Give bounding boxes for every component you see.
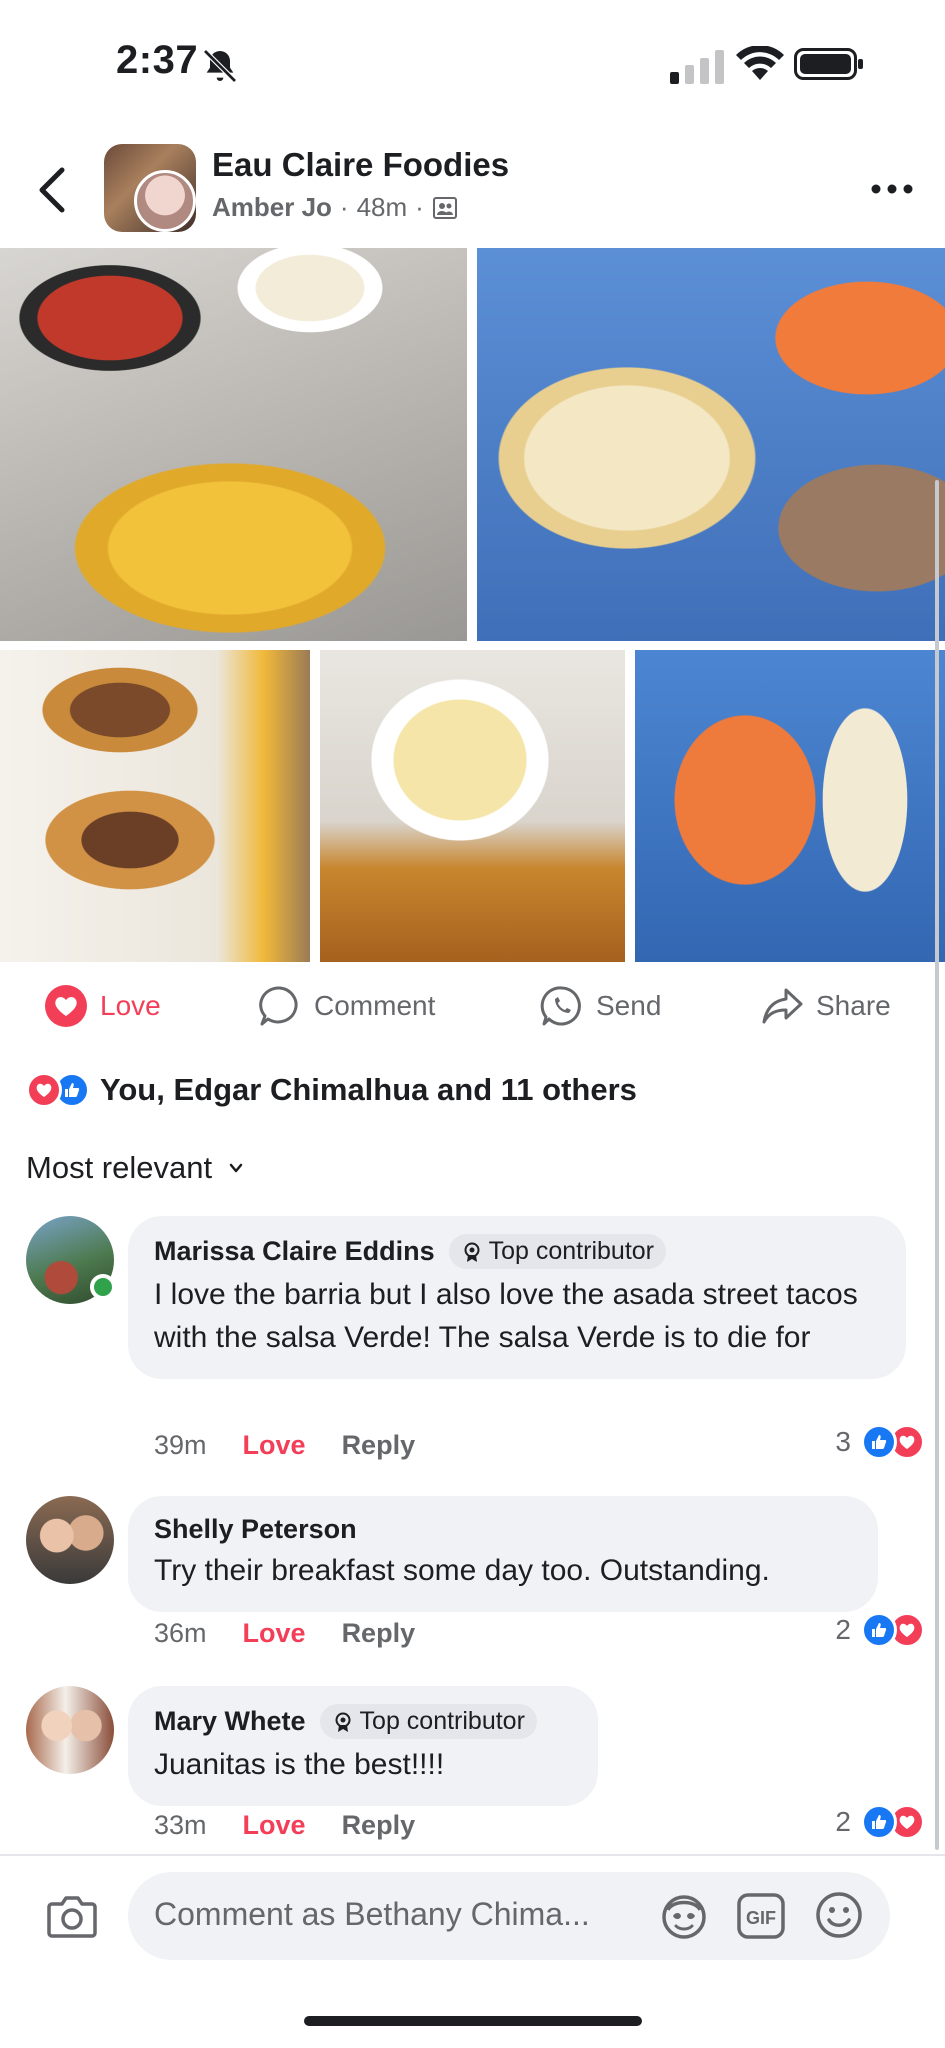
- online-status-dot: [90, 1274, 116, 1300]
- bell-off-icon: [203, 49, 237, 83]
- whatsapp-icon: [540, 986, 581, 1026]
- scrollbar[interactable]: [935, 480, 939, 1850]
- group-audience-icon: [432, 196, 457, 219]
- comment-icon: [259, 986, 298, 1026]
- comment-bubble[interactable]: Shelly Peterson Try their breakfast some…: [128, 1496, 878, 1612]
- commenter-name[interactable]: Marissa Claire Eddins: [154, 1236, 435, 1267]
- badge-label: Top contributor: [488, 1237, 654, 1265]
- top-contributor-badge[interactable]: Top contributor: [319, 1704, 537, 1739]
- like-reaction-icon: [861, 1804, 897, 1840]
- comment-bubble[interactable]: Mary Whete Top contributor Juanitas is t…: [128, 1686, 598, 1806]
- comment-love-button[interactable]: Love: [243, 1430, 306, 1461]
- comment-label: Comment: [314, 990, 436, 1021]
- more-options-icon[interactable]: [868, 174, 916, 204]
- comment-time: 39m: [154, 1430, 207, 1460]
- comment-text: Juanitas is the best!!!!: [154, 1748, 445, 1781]
- comment-input-placeholder: Comment as Bethany Chima...: [154, 1896, 590, 1932]
- commenter-avatar[interactable]: [26, 1496, 114, 1584]
- photo-chips-salsa[interactable]: [0, 248, 467, 641]
- post-actions: Love Comment Send Share: [0, 962, 945, 1048]
- send-button[interactable]: Send: [540, 984, 661, 1028]
- svg-text:GIF: GIF: [746, 1908, 776, 1928]
- battery-icon: [794, 48, 863, 80]
- comment-footer: 33m Love Reply: [154, 1810, 415, 1841]
- meta-separator-2: ·: [415, 192, 424, 222]
- photo-birria-tacos[interactable]: [0, 650, 310, 962]
- meta-separator: ·: [339, 192, 349, 222]
- comment-button[interactable]: Comment: [258, 984, 435, 1028]
- post-header: Eau Claire Foodies Amber Jo · 48m ·: [0, 130, 945, 248]
- emoji-icon[interactable]: [814, 1890, 864, 1940]
- wifi-icon: [736, 46, 784, 80]
- comment-reactions[interactable]: 2: [835, 1612, 925, 1648]
- chevron-down-icon: [229, 1163, 243, 1173]
- avatar-sticker-icon[interactable]: [658, 1892, 710, 1940]
- badge-label: Top contributor: [359, 1707, 525, 1735]
- comment-reactions[interactable]: 2: [835, 1804, 925, 1840]
- comment-love-button[interactable]: Love: [243, 1618, 306, 1649]
- comment-love-button[interactable]: Love: [243, 1810, 306, 1841]
- comment-bubble[interactable]: Marissa Claire Eddins Top contributor I …: [128, 1216, 906, 1379]
- comment-reactions[interactable]: 3: [835, 1424, 925, 1460]
- composer-divider: [0, 1854, 945, 1856]
- status-bar: 2:37: [0, 0, 945, 130]
- photo-grid: [0, 248, 945, 962]
- comment-reply-button[interactable]: Reply: [342, 1430, 416, 1461]
- photo-rice-burrito[interactable]: [635, 650, 945, 962]
- comment-reply-button[interactable]: Reply: [342, 1810, 416, 1841]
- home-indicator[interactable]: [304, 2016, 642, 2026]
- post-author[interactable]: Amber Jo: [212, 192, 332, 223]
- top-contributor-badge[interactable]: Top contributor: [448, 1234, 666, 1269]
- comment-reply-button[interactable]: Reply: [342, 1618, 416, 1649]
- love-reaction-icon: [45, 985, 87, 1027]
- comment-footer: 39m Love Reply: [154, 1430, 415, 1461]
- comment-time: 33m: [154, 1810, 207, 1840]
- like-reaction-icon: [861, 1424, 897, 1460]
- send-label: Send: [596, 990, 662, 1021]
- comment-footer: 36m Love Reply: [154, 1618, 415, 1649]
- photo-burrito-plate[interactable]: [477, 248, 945, 641]
- reaction-count: 2: [835, 1806, 851, 1837]
- back-arrow-icon[interactable]: [30, 160, 74, 220]
- like-reaction-icon: [861, 1612, 897, 1648]
- camera-icon[interactable]: [46, 1892, 98, 1940]
- love-reaction-icon: [26, 1072, 62, 1108]
- post-time: 48m: [356, 192, 408, 222]
- share-button[interactable]: Share: [760, 984, 891, 1028]
- comment-sort-dropdown[interactable]: Most relevant: [26, 1150, 246, 1186]
- group-avatar[interactable]: [104, 144, 196, 232]
- share-arrow-icon: [762, 988, 803, 1024]
- share-label: Share: [816, 990, 891, 1021]
- love-button[interactable]: Love: [44, 984, 161, 1028]
- commenter-name[interactable]: Shelly Peterson: [154, 1514, 357, 1545]
- reaction-count: 2: [835, 1614, 851, 1645]
- comment-text: Try their breakfast some day too. Outsta…: [154, 1554, 770, 1587]
- award-icon: [464, 1242, 480, 1262]
- reaction-count: 3: [835, 1426, 851, 1457]
- status-time: 2:37: [116, 38, 199, 82]
- comment-text: I love the barria but I also love the as…: [154, 1278, 858, 1354]
- love-label: Love: [100, 990, 161, 1021]
- reactions-summary[interactable]: You, Edgar Chimalhua and 11 others: [26, 1072, 637, 1108]
- commenter-name[interactable]: Mary Whete: [154, 1706, 306, 1737]
- commenter-avatar[interactable]: [26, 1216, 116, 1304]
- post-meta: Amber Jo · 48m ·: [212, 192, 458, 223]
- comment-input[interactable]: Comment as Bethany Chima... GIF: [128, 1872, 890, 1960]
- comment-time: 36m: [154, 1618, 207, 1648]
- sort-label: Most relevant: [26, 1150, 213, 1185]
- award-icon: [335, 1712, 351, 1732]
- gif-icon[interactable]: GIF: [736, 1892, 786, 1940]
- commenter-avatar[interactable]: [26, 1686, 114, 1774]
- group-name[interactable]: Eau Claire Foodies: [212, 146, 509, 184]
- photo-mac-cheese[interactable]: [320, 650, 625, 962]
- reactions-text: You, Edgar Chimalhua and 11 others: [100, 1072, 637, 1107]
- cellular-signal-icon: [670, 50, 724, 84]
